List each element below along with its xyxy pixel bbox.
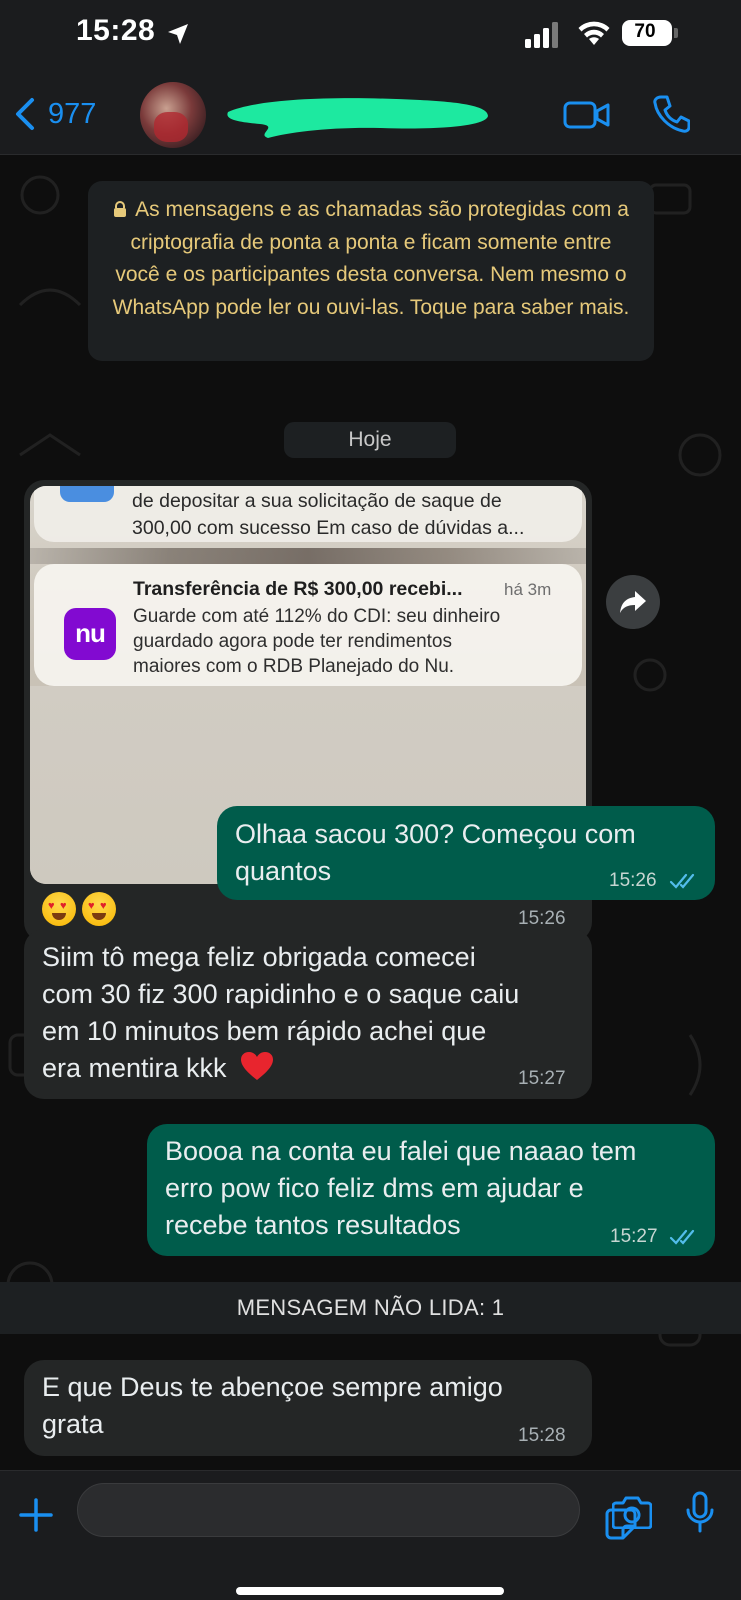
outgoing-message[interactable]: Olhaa sacou 300? Começou com quantos 15:… (217, 806, 715, 900)
emoji-caption: ♥ ♥ ♥ ♥ (42, 892, 116, 932)
message-line: E que Deus te abençoe sempre amigo (42, 1372, 503, 1402)
message-line: era mentira kkk (42, 1050, 519, 1087)
notification-body-line: maiores com o RDB Planejado do Nu. (133, 656, 455, 677)
message-line: com 30 fiz 300 rapidinho e o saque caiu (42, 979, 520, 1009)
message-line: erro pow fico feliz dms em ajudar e (165, 1173, 584, 1203)
heart-icon (241, 1052, 274, 1080)
notification-top-text: de depositar a sua solicitação de saque … (132, 488, 524, 542)
forward-icon (620, 591, 646, 613)
microphone-icon[interactable] (685, 1491, 715, 1533)
phone-icon[interactable] (652, 94, 690, 134)
message-time: 15:28 (518, 1425, 566, 1446)
nubank-app-icon: nu (64, 608, 116, 660)
location-arrow-icon (168, 24, 188, 44)
heart-eyes-emoji-icon: ♥ ♥ (42, 892, 76, 926)
incoming-message[interactable]: Siim tô mega feliz obrigada comecei com … (24, 929, 592, 1099)
notification-time: há 3m (504, 580, 552, 599)
message-line: quantos (235, 856, 332, 886)
wifi-icon (578, 21, 610, 45)
notification-title: Transferência de R$ 300,00 recebi... (133, 578, 463, 600)
notification-body-line: Guarde com até 112% do CDI: seu dinheiro (133, 606, 501, 627)
chevron-left-icon (16, 98, 34, 130)
chat-area[interactable]: As mensagens e as chamadas são protegida… (0, 155, 741, 1470)
contact-name-redaction[interactable] (220, 92, 495, 140)
home-indicator (236, 1587, 504, 1595)
message-line: em 10 minutos bem rápido achei que (42, 1016, 487, 1046)
message-time: 15:27 (610, 1226, 658, 1247)
notification-body: Guarde com até 112% do CDI: seu dinheiro… (133, 604, 573, 679)
message-line: Siim tô mega feliz obrigada comecei (42, 942, 476, 972)
message-line-text: era mentira kkk (42, 1053, 227, 1083)
heart-eyes-emoji-icon: ♥ ♥ (82, 892, 116, 926)
status-bar: 15:28 70 (0, 0, 741, 70)
encryption-notice[interactable]: As mensagens e as chamadas são protegida… (88, 181, 654, 361)
cellular-signal-icon (525, 22, 558, 48)
message-time: 15:27 (518, 1068, 566, 1089)
lock-icon (114, 201, 127, 217)
camera-icon[interactable] (612, 1495, 652, 1529)
message-text: E que Deus te abençoe sempre amigo grata (42, 1369, 503, 1443)
nubank-notification: nu Transferência de R$ 300,00 recebi... … (34, 564, 582, 686)
outgoing-message[interactable]: Boooa na conta eu falei que naaao tem er… (147, 1124, 715, 1256)
battery-indicator: 70 (622, 20, 672, 46)
message-text: Boooa na conta eu falei que naaao tem er… (165, 1133, 636, 1244)
read-receipt-icon (669, 873, 695, 889)
chat-header: 977 (0, 70, 741, 155)
notification-top-line: de depositar a sua solicitação de saque … (132, 490, 502, 512)
unread-chats-count: 977 (48, 97, 97, 130)
message-line: Olhaa sacou 300? Começou com (235, 819, 636, 849)
date-divider: Hoje (284, 422, 456, 458)
unread-messages-divider: MENSAGEM NÃO LIDA: 1 (0, 1282, 741, 1334)
notification-top-line: 300,00 com sucesso Em caso de dúvidas a.… (132, 517, 525, 539)
video-call-icon[interactable] (563, 98, 611, 132)
read-receipt-icon (669, 1229, 695, 1245)
message-text: Olhaa sacou 300? Começou com quantos (235, 816, 636, 890)
message-line: Boooa na conta eu falei que naaao tem (165, 1136, 637, 1166)
status-time: 15:28 (76, 14, 156, 47)
contact-avatar[interactable] (140, 82, 206, 148)
forward-button[interactable] (606, 575, 660, 629)
battery-level: 70 (634, 21, 656, 42)
composer-bar (0, 1470, 741, 1600)
message-text: Siim tô mega feliz obrigada comecei com … (42, 939, 519, 1087)
plus-icon[interactable] (18, 1497, 54, 1533)
message-time: 15:26 (518, 908, 566, 929)
message-line: grata (42, 1409, 104, 1439)
encryption-notice-text: As mensagens e as chamadas são protegida… (112, 198, 630, 319)
notification-body-line: guardado agora pode ter rendimentos (133, 631, 453, 652)
incoming-message[interactable]: E que Deus te abençoe sempre amigo grata… (24, 1360, 592, 1456)
notification-preview-top: de depositar a sua solicitação de saque … (34, 486, 582, 542)
background-strip (30, 548, 586, 564)
message-input[interactable] (77, 1483, 637, 1540)
message-time: 15:26 (609, 870, 657, 891)
back-button[interactable]: 977 (14, 94, 96, 134)
bank-app-icon (60, 486, 114, 502)
battery-tip (674, 28, 678, 38)
message-line: recebe tantos resultados (165, 1210, 461, 1240)
